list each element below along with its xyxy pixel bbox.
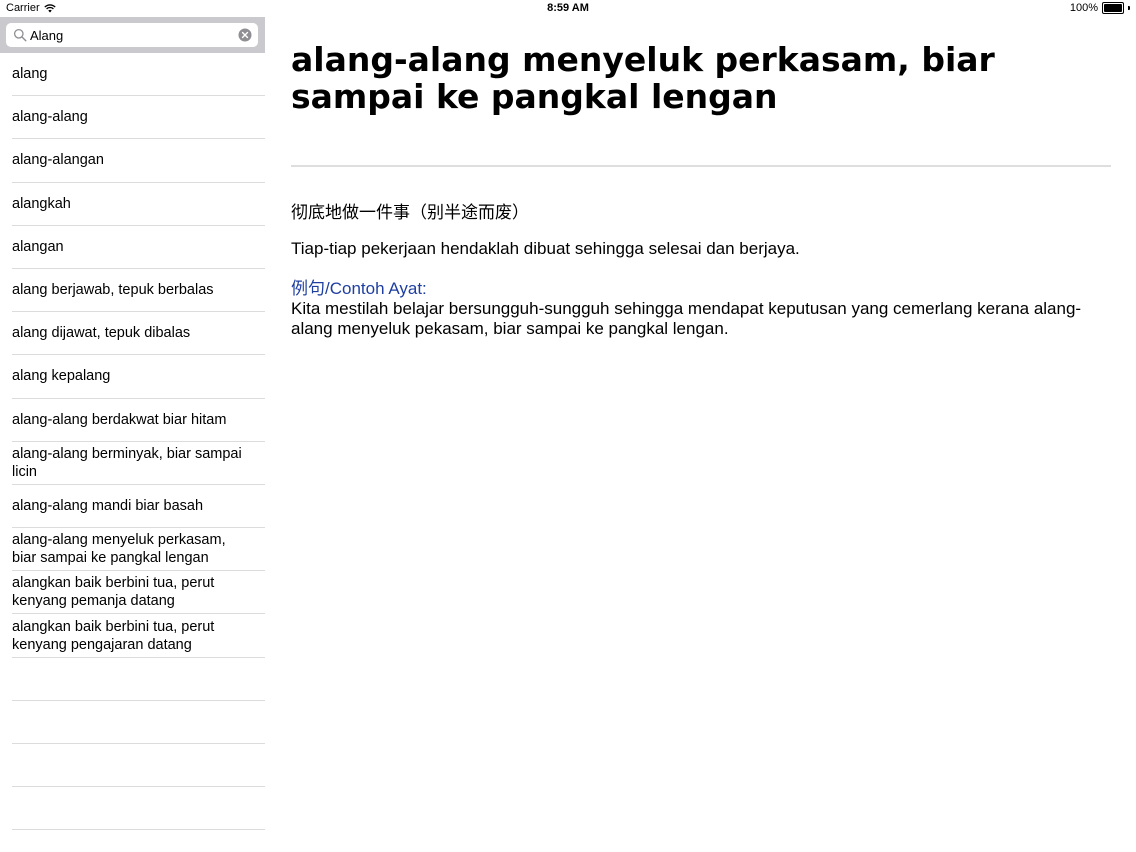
status-bar: Carrier 8:59 AM 100%	[0, 0, 1136, 17]
status-time: 8:59 AM	[547, 2, 589, 14]
headword-title: alang-alang menyeluk perkasam, biar samp…	[291, 40, 995, 116]
empty-row	[12, 701, 265, 744]
list-item-label: alangan	[12, 238, 64, 255]
list-item[interactable]: alang-alang berdakwat biar hitam	[12, 399, 265, 442]
search-field[interactable]	[6, 23, 258, 47]
list-item-label: alangkan baik berbini tua, perut kenyang…	[12, 618, 215, 653]
empty-row	[12, 744, 265, 788]
divider	[291, 165, 1111, 167]
example-label: 例句/Contoh Ayat:	[291, 279, 427, 298]
list-item[interactable]: alang-alang	[12, 96, 265, 140]
empty-row	[12, 787, 265, 831]
list-item-label: alang berjawab, tepuk berbalas	[12, 282, 214, 299]
list-item-label: alang	[12, 66, 48, 83]
list-item-label: alang dijawat, tepuk dibalas	[12, 325, 191, 342]
list-item-label: alang kepalang	[12, 368, 111, 385]
battery-fill	[1104, 4, 1122, 12]
status-right: 100%	[1070, 2, 1130, 14]
clear-icon[interactable]	[238, 28, 252, 42]
search-icon	[13, 28, 27, 42]
list-item-label: alangkah	[12, 195, 71, 212]
battery-tip	[1128, 6, 1130, 10]
list-item-label: alang-alangan	[12, 152, 104, 169]
list-item[interactable]: alang-alangan	[12, 139, 265, 183]
list-item[interactable]: alangkan baik berbini tua, perut kenyang…	[12, 571, 265, 615]
list-item[interactable]: alang-alang menyeluk perkasam, biar samp…	[12, 528, 265, 572]
list-item-label: alangkan baik berbini tua, perut kenyang…	[12, 575, 215, 610]
search-input[interactable]	[30, 25, 230, 45]
list-item[interactable]: alang kepalang	[12, 355, 265, 399]
list-item[interactable]: alang-alang berminyak, biar sampai licin	[12, 442, 265, 485]
list-item[interactable]: alang	[12, 53, 265, 97]
list-item[interactable]: alang berjawab, tepuk berbalas	[12, 269, 265, 313]
translation-text: 彻底地做一件事（别半途而废）	[291, 203, 529, 222]
result-list: alang alang-alang alang-alangan alangkah…	[0, 53, 265, 831]
search-bar	[0, 17, 265, 53]
detail-pane: alang-alang menyeluk perkasam, biar samp…	[291, 17, 1111, 338]
list-item-label: alang-alang menyeluk perkasam, biar samp…	[12, 532, 226, 567]
list-item-label: alang-alang berminyak, biar sampai licin	[12, 445, 242, 480]
battery-icon	[1102, 2, 1124, 14]
list-item[interactable]: alangkan baik berbini tua, perut kenyang…	[12, 614, 265, 658]
sidebar: alang alang-alang alang-alangan alangkah…	[0, 17, 265, 852]
list-item-label: alang-alang mandi biar basah	[12, 497, 204, 514]
list-item-label: alang-alang berdakwat biar hitam	[12, 411, 227, 428]
list-item[interactable]: alang-alang mandi biar basah	[12, 485, 265, 529]
list-item-label: alang-alang	[12, 109, 88, 126]
definition-text: Tiap-tiap pekerjaan hendaklah dibuat seh…	[291, 239, 800, 258]
empty-row	[12, 658, 265, 701]
list-item[interactable]: alangkah	[12, 183, 265, 226]
battery-percent: 100%	[1069, 2, 1098, 14]
list-item[interactable]: alang dijawat, tepuk dibalas	[12, 312, 265, 356]
list-item[interactable]: alangan	[12, 226, 265, 269]
example-text: Kita mestilah belajar bersungguh-sungguh…	[291, 299, 1082, 338]
